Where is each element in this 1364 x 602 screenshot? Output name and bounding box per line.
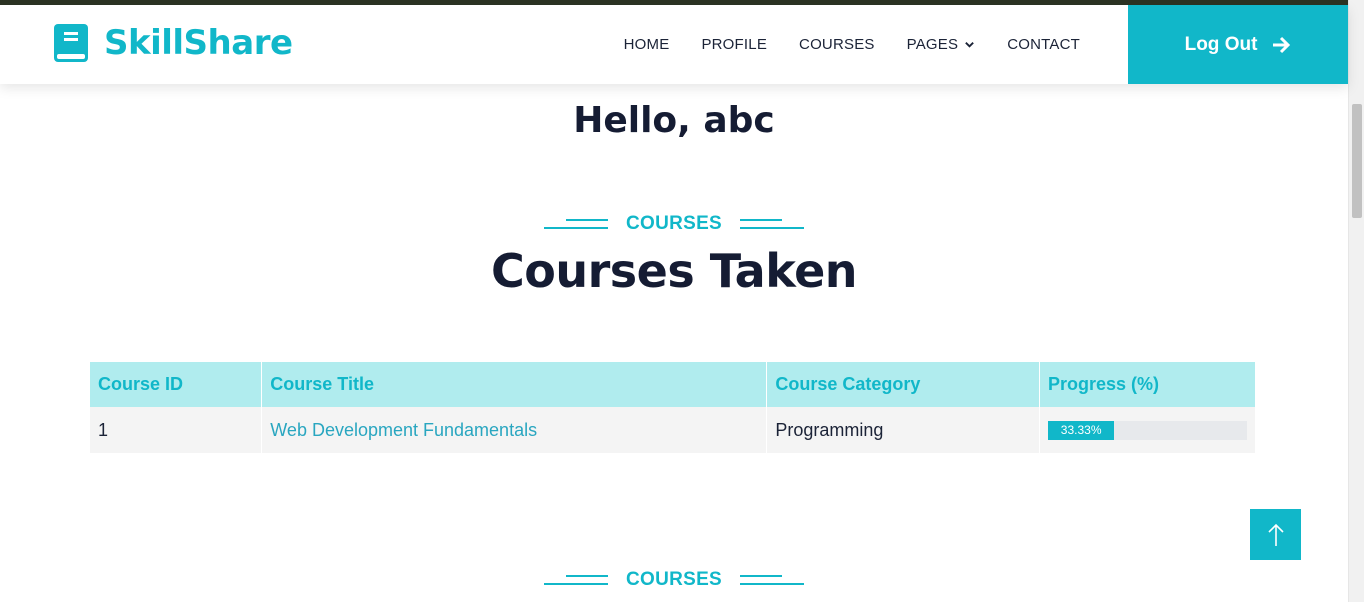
- scrollbar[interactable]: [1348, 0, 1364, 602]
- brand-logo[interactable]: SkillShare: [54, 23, 293, 63]
- nav-courses[interactable]: COURSES: [783, 36, 891, 53]
- header-course-id: Course ID: [90, 362, 263, 407]
- courses-table: Course ID Course Title Course Category P…: [90, 362, 1256, 453]
- cell-course-title-link[interactable]: Web Development Fundamentals: [261, 407, 768, 453]
- header-course-category: Course Category: [766, 362, 1040, 407]
- section-label-next: COURSES: [0, 569, 1348, 591]
- back-to-top-button[interactable]: [1250, 509, 1301, 560]
- progress-bar: 33.33%: [1048, 420, 1247, 440]
- header-progress: Progress (%): [1039, 362, 1256, 407]
- header-course-title: Course Title: [261, 362, 768, 407]
- section-label: COURSES: [0, 213, 1348, 235]
- nav-profile[interactable]: PROFILE: [685, 36, 783, 53]
- section-deco-right: [740, 574, 805, 586]
- nav-home[interactable]: HOME: [608, 36, 686, 53]
- chevron-down-icon: [965, 42, 975, 48]
- section-deco-left: [543, 574, 608, 586]
- table-row: 1 Web Development Fundamentals Programmi…: [90, 407, 1256, 453]
- scrollbar-thumb[interactable]: [1352, 104, 1362, 218]
- logout-label: Log Out: [1184, 33, 1258, 55]
- progress-fill: 33.33%: [1048, 420, 1115, 440]
- greeting-heading: Hello, abc: [573, 100, 775, 141]
- cell-progress: 33.33%: [1039, 407, 1256, 453]
- book-icon: [54, 24, 88, 62]
- section-label-next-text: COURSES: [625, 569, 723, 590]
- arrow-right-icon: [1273, 36, 1291, 53]
- section-deco-right: [740, 218, 805, 230]
- nav-contact[interactable]: CONTACT: [991, 36, 1096, 53]
- main-nav: HOME PROFILE COURSES PAGES CONTACT: [608, 5, 1096, 84]
- brand-name: SkillShare: [104, 23, 293, 63]
- cell-course-category: Programming: [766, 407, 1040, 453]
- nav-pages[interactable]: PAGES: [891, 36, 992, 53]
- table-header-row: Course ID Course Title Course Category P…: [90, 362, 1256, 407]
- navbar: SkillShare HOME PROFILE COURSES PAGES CO…: [0, 5, 1348, 84]
- section-title: Courses Taken: [490, 244, 858, 298]
- nav-pages-label: PAGES: [906, 36, 959, 53]
- arrow-up-icon: [1267, 523, 1284, 546]
- logout-button[interactable]: Log Out: [1128, 5, 1348, 84]
- cell-course-id: 1: [90, 407, 263, 453]
- section-deco-left: [543, 218, 608, 230]
- section-label-text: COURSES: [625, 213, 723, 234]
